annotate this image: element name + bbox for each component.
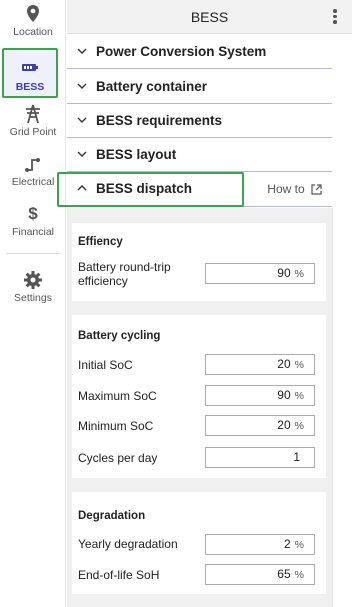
round-trip-efficiency-label: Battery round-trip efficiency <box>78 260 171 288</box>
card-title: Effiency <box>78 236 123 248</box>
minimum-soc-field[interactable]: 20% <box>205 415 315 436</box>
more-options-icon[interactable] <box>332 9 338 27</box>
cycles-per-day-field[interactable]: 1 <box>205 447 315 468</box>
chevron-up-icon <box>77 185 87 191</box>
page-title: BESS <box>190 9 229 25</box>
transmission-tower-icon <box>26 104 40 124</box>
minimum-soc-label: Minimum SoC <box>78 419 154 433</box>
chevron-down-icon <box>77 117 87 123</box>
how-to-link[interactable]: How to <box>267 182 322 196</box>
round-trip-efficiency-field[interactable]: 90% <box>205 263 315 284</box>
section-battery-container[interactable]: Battery container <box>67 70 332 104</box>
initial-soc-field[interactable]: 20% <box>205 354 315 375</box>
chevron-down-icon <box>77 83 87 89</box>
chevron-down-icon <box>77 48 87 54</box>
initial-soc-label: Initial SoC <box>78 358 133 372</box>
sidebar-item-settings[interactable]: Settings <box>0 270 66 310</box>
sidebar-item-electrical[interactable]: Electrical <box>0 154 66 194</box>
maximum-soc-field[interactable]: 90% <box>205 385 315 406</box>
sidebar-item-label: Location <box>13 26 53 38</box>
card-title: Degradation <box>78 510 146 522</box>
section-title: BESS layout <box>96 147 177 162</box>
card-battery-cycling: Battery cycling Initial SoC 20% Maximum … <box>72 315 326 478</box>
section-bess-dispatch[interactable]: BESS dispatch How to <box>67 172 332 207</box>
section-bess-requirements[interactable]: BESS requirements <box>67 104 332 138</box>
card-degradation: Degradation Yearly degradation 2% End-of… <box>72 492 326 594</box>
section-bess-layout[interactable]: BESS layout <box>67 138 332 172</box>
sidebar-item-bess[interactable]: BESS <box>2 48 58 98</box>
sidebar-item-label: Financial <box>11 226 55 238</box>
section-title: BESS dispatch <box>96 181 193 196</box>
gear-icon <box>24 271 42 289</box>
yearly-degradation-label: Yearly degradation <box>78 537 178 551</box>
scroll-gutter <box>332 208 352 607</box>
sidebar-item-location[interactable]: Location <box>0 4 66 44</box>
yearly-degradation-field[interactable]: 2% <box>205 534 315 555</box>
sidebar-item-label: Grid Point <box>9 126 57 138</box>
maximum-soc-label: Maximum SoC <box>78 389 157 403</box>
how-to-label: How to <box>267 182 305 196</box>
electrical-route-icon <box>25 158 40 172</box>
sidebar-item-label: BESS <box>15 81 45 93</box>
section-title: BESS requirements <box>96 113 223 128</box>
dollar-icon: $ <box>28 204 38 223</box>
section-title: Power Conversion System <box>96 44 267 59</box>
sidebar-item-label: Settings <box>14 292 52 304</box>
map-pin-icon <box>27 5 39 22</box>
panel-header: BESS <box>67 0 352 34</box>
sidebar-item-financial[interactable]: $ Financial <box>0 204 66 244</box>
chevron-down-icon <box>77 151 87 157</box>
sidebar: Location BESS Grid Point Electrical $ Fi… <box>0 0 66 607</box>
cycles-per-day-label: Cycles per day <box>78 451 158 465</box>
sidebar-divider <box>6 253 60 254</box>
section-title: Battery container <box>96 79 208 94</box>
end-of-life-soh-field[interactable]: 65% <box>205 564 315 585</box>
card-efficiency: Effiency Battery round-trip efficiency 9… <box>72 223 326 301</box>
battery-icon <box>22 64 38 71</box>
card-title: Battery cycling <box>78 330 161 342</box>
sidebar-item-label: Electrical <box>11 176 55 188</box>
external-link-icon <box>311 184 322 195</box>
sidebar-item-grid-point[interactable]: Grid Point <box>0 104 66 144</box>
section-power-conversion-system[interactable]: Power Conversion System <box>67 35 332 69</box>
end-of-life-soh-label: End-of-life SoH <box>78 568 160 582</box>
